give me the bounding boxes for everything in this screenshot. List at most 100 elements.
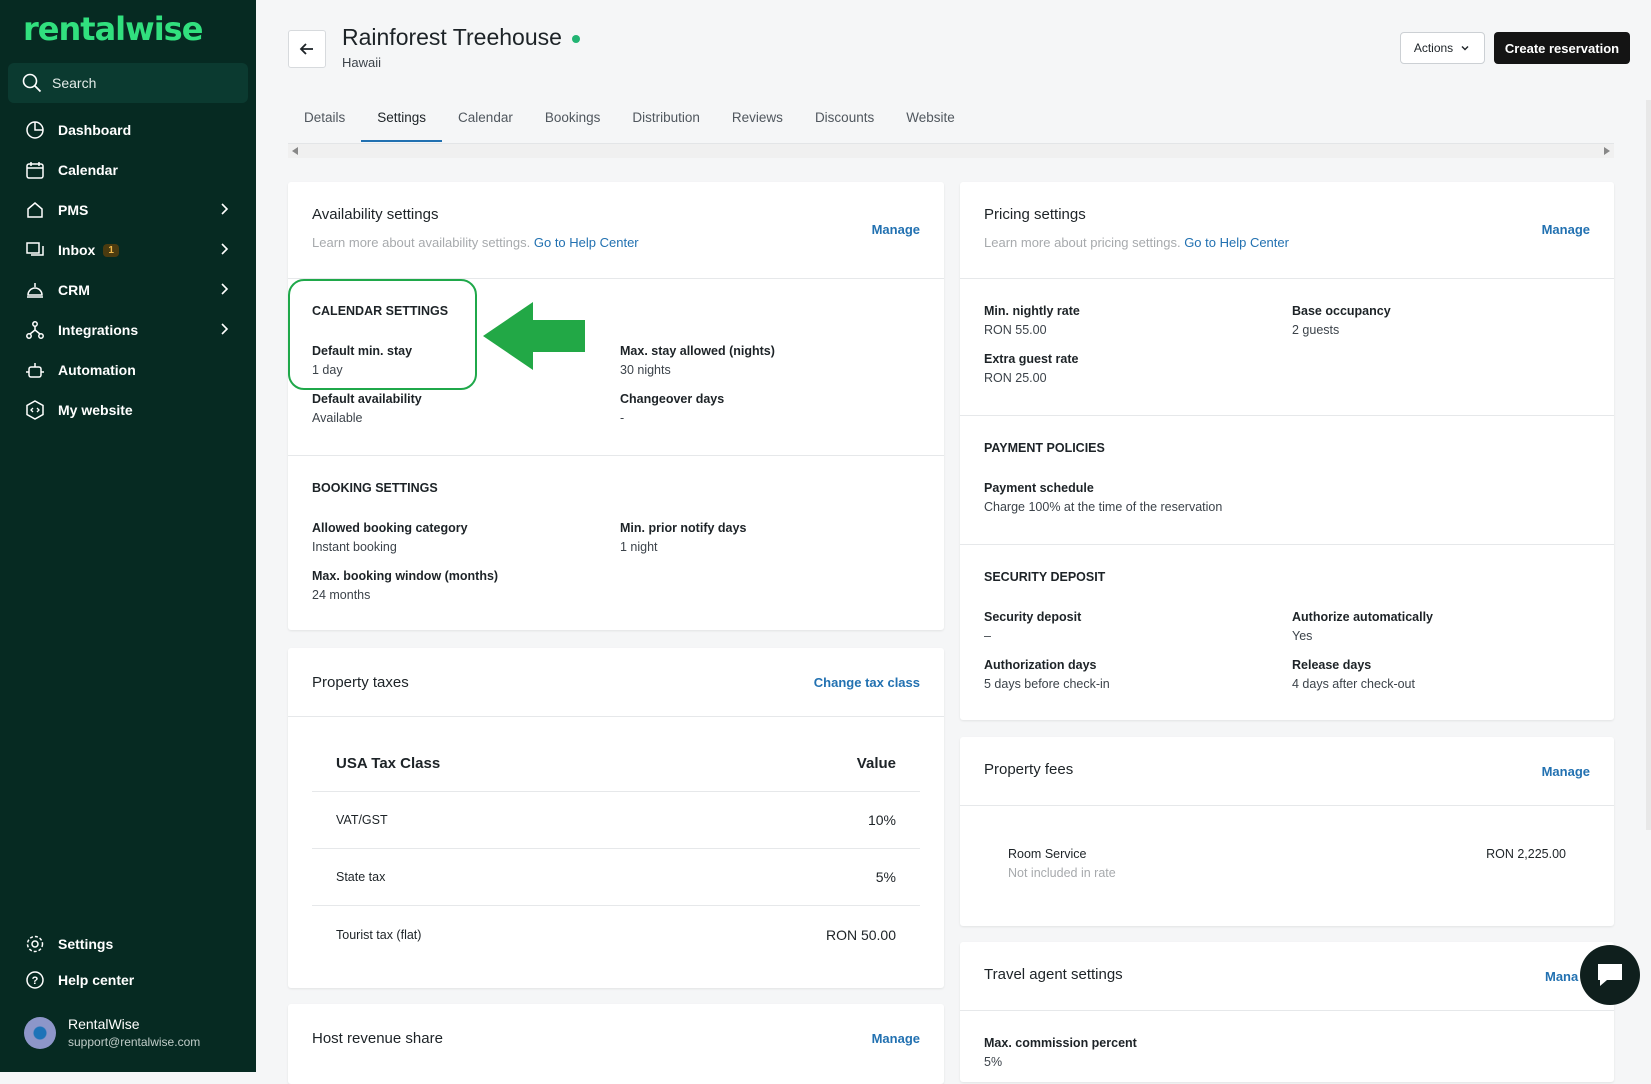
sidebar-item-settings[interactable]: Settings bbox=[0, 926, 256, 962]
sidebar-item-my-website[interactable]: My website bbox=[0, 390, 256, 430]
field-label: Changeover days bbox=[620, 392, 725, 406]
calendar-icon bbox=[24, 159, 46, 181]
help-text: Learn more about pricing settings. bbox=[984, 235, 1181, 250]
user-profile[interactable]: RentalWise support@rentalwise.com bbox=[24, 1016, 200, 1049]
property-taxes-card: Property taxes Change tax class USA Tax … bbox=[288, 648, 944, 988]
field-label: Default availability bbox=[312, 392, 422, 406]
column-header: Value bbox=[856, 755, 896, 772]
sidebar-item-label: Dashboard bbox=[58, 122, 132, 138]
field-min-nightly-rate: Min. nightly rate RON 55.00 bbox=[984, 304, 1080, 337]
fee-amount: RON 2,225.00 bbox=[1486, 847, 1566, 861]
field-label: Release days bbox=[1292, 658, 1372, 672]
manage-button[interactable]: Manage bbox=[872, 222, 920, 237]
inbox-icon bbox=[24, 239, 46, 261]
sidebar-item-automation[interactable]: Automation bbox=[0, 350, 256, 390]
website-icon bbox=[24, 399, 46, 421]
tab-details[interactable]: Details bbox=[288, 104, 361, 142]
crm-icon bbox=[24, 279, 46, 301]
create-reservation-button[interactable]: Create reservation bbox=[1494, 32, 1630, 64]
tab-reviews[interactable]: Reviews bbox=[716, 104, 799, 142]
change-tax-class-button[interactable]: Change tax class bbox=[814, 675, 920, 690]
travel-agent-settings-card: Travel agent settings Mana Max. commissi… bbox=[960, 942, 1614, 1082]
search-button[interactable]: Search bbox=[8, 63, 248, 103]
status-dot bbox=[571, 34, 580, 43]
actions-dropdown[interactable]: Actions bbox=[1400, 32, 1485, 64]
tab-bookings[interactable]: Bookings bbox=[529, 104, 617, 142]
dashboard-icon bbox=[24, 119, 46, 141]
section-heading: SECURITY DEPOSIT bbox=[984, 570, 1106, 584]
property-name: Rainforest Treehouse bbox=[342, 24, 562, 50]
tax-value: 10% bbox=[867, 812, 896, 828]
card-title: Host revenue share bbox=[312, 1030, 443, 1047]
avatar bbox=[24, 1016, 56, 1049]
sidebar-item-integrations[interactable]: Integrations bbox=[0, 310, 256, 350]
field-label: Min. prior notify days bbox=[620, 521, 747, 535]
help-center-link[interactable]: Go to Help Center bbox=[1184, 235, 1289, 250]
field-label: Min. nightly rate bbox=[984, 304, 1080, 318]
field-value: 5 days before check-in bbox=[984, 677, 1110, 691]
sidebar: rentalwise Search Dashboard Calendar PMS… bbox=[0, 0, 256, 1072]
field-label: Authorize automatically bbox=[1292, 610, 1433, 624]
card-title: Availability settings bbox=[312, 206, 439, 223]
manage-button[interactable]: Manage bbox=[1542, 764, 1590, 779]
page-scrollbar[interactable] bbox=[1646, 100, 1651, 830]
sidebar-item-dashboard[interactable]: Dashboard bbox=[0, 110, 256, 150]
divider bbox=[960, 415, 1614, 416]
sidebar-item-label: My website bbox=[58, 402, 133, 418]
sidebar-item-inbox[interactable]: Inbox 1 bbox=[0, 230, 256, 270]
sidebar-item-help-center[interactable]: ? Help center bbox=[0, 962, 256, 998]
sidebar-item-calendar[interactable]: Calendar bbox=[0, 150, 256, 190]
chat-icon bbox=[1598, 964, 1622, 986]
tab-calendar[interactable]: Calendar bbox=[442, 104, 529, 142]
actions-label: Actions bbox=[1413, 41, 1454, 55]
manage-button[interactable]: Manage bbox=[872, 1031, 920, 1046]
card-title: Property fees bbox=[984, 761, 1074, 778]
help-center-link[interactable]: Go to Help Center bbox=[534, 235, 639, 250]
field-value: 1 night bbox=[620, 540, 658, 554]
main-nav: Dashboard Calendar PMS Inbox 1 CRM Integ… bbox=[0, 110, 256, 430]
field-extra-guest-rate: Extra guest rate RON 25.00 bbox=[984, 352, 1078, 385]
fee-name: Room Service bbox=[1008, 847, 1087, 861]
tab-website[interactable]: Website bbox=[890, 104, 971, 142]
arrow-left-icon bbox=[299, 43, 313, 55]
field-label: Allowed booking category bbox=[312, 521, 468, 535]
field-label: Max. stay allowed (nights) bbox=[620, 344, 775, 358]
field-value: Charge 100% at the time of the reservati… bbox=[984, 500, 1223, 514]
manage-button[interactable]: Manage bbox=[1542, 222, 1590, 237]
availability-settings-card: Availability settings Learn more about a… bbox=[288, 182, 944, 630]
card-title: Pricing settings bbox=[984, 206, 1086, 223]
scroll-left-icon[interactable] bbox=[292, 147, 298, 155]
field-release-days: Release days 4 days after check-out bbox=[1292, 658, 1415, 691]
tax-value: 5% bbox=[875, 869, 896, 885]
field-max-booking-window: Max. booking window (months) 24 months bbox=[312, 569, 498, 602]
back-button[interactable] bbox=[288, 30, 326, 68]
chevron-right-icon bbox=[221, 243, 229, 255]
manage-button[interactable]: Mana bbox=[1545, 969, 1578, 984]
card-subtitle: Learn more about availability settings. … bbox=[312, 235, 639, 250]
field-payment-schedule: Payment schedule Charge 100% at the time … bbox=[984, 481, 1222, 514]
tabs-scrollbar[interactable] bbox=[288, 144, 1614, 158]
user-email: support@rentalwise.com bbox=[68, 1035, 201, 1049]
field-label: Payment schedule bbox=[984, 481, 1094, 495]
field-value: Available bbox=[312, 411, 363, 425]
field-max-commission: Max. commission percent 5% bbox=[984, 1036, 1137, 1069]
tab-discounts[interactable]: Discounts bbox=[799, 104, 890, 142]
sidebar-item-crm[interactable]: CRM bbox=[0, 270, 256, 310]
tab-distribution[interactable]: Distribution bbox=[616, 104, 716, 142]
arrow-left-annotation-icon bbox=[483, 302, 585, 370]
highlight-outline bbox=[288, 279, 477, 390]
sidebar-item-label: Help center bbox=[58, 972, 135, 988]
automation-icon bbox=[24, 359, 46, 381]
divider bbox=[960, 1010, 1614, 1011]
scroll-right-icon[interactable] bbox=[1604, 147, 1610, 155]
fee-item: Room Service Not included in rate bbox=[1008, 847, 1116, 880]
pms-icon bbox=[24, 199, 46, 221]
sidebar-item-label: Calendar bbox=[58, 162, 118, 178]
chevron-right-icon bbox=[221, 203, 229, 215]
help-text: Learn more about availability settings. bbox=[312, 235, 531, 250]
chat-button[interactable] bbox=[1580, 945, 1640, 1005]
app-logo[interactable]: rentalwise bbox=[23, 10, 203, 48]
tab-settings[interactable]: Settings bbox=[361, 104, 443, 142]
field-label: Base occupancy bbox=[1292, 304, 1391, 318]
sidebar-item-pms[interactable]: PMS bbox=[0, 190, 256, 230]
